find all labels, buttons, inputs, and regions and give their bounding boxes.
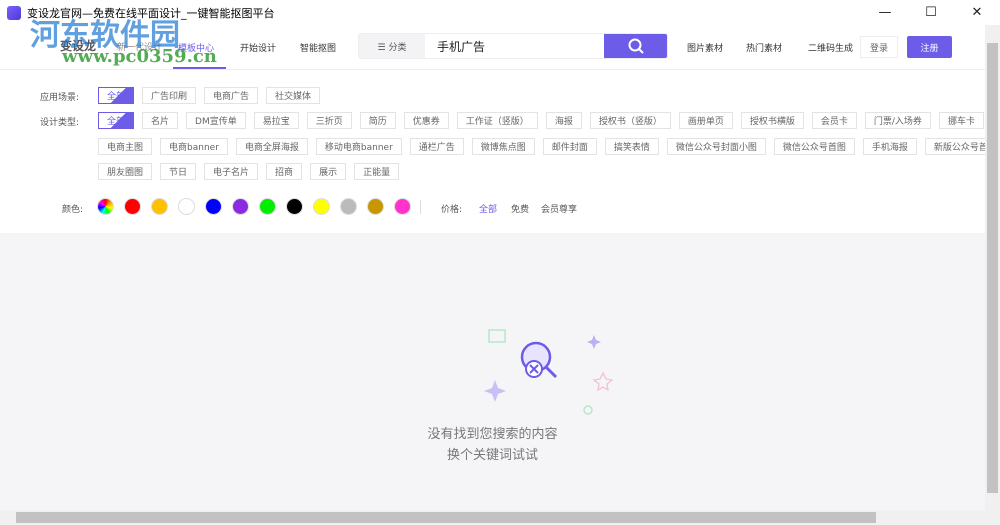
scene-tag[interactable]: 社交媒体: [266, 87, 321, 104]
nav-image-assets[interactable]: 图片素材: [687, 41, 723, 54]
type-tag[interactable]: 简历: [359, 112, 396, 129]
maximize-button[interactable]: ☐: [908, 0, 954, 25]
type-tag[interactable]: 手机海报: [862, 138, 917, 155]
type-tag[interactable]: 工作证（竖版）: [456, 112, 538, 129]
color-swatch[interactable]: [124, 198, 141, 215]
star-icon: [592, 371, 614, 392]
type-tag[interactable]: 画册单页: [678, 112, 733, 129]
search-input[interactable]: [425, 34, 604, 58]
type-tag[interactable]: 微信公众号首图: [773, 138, 855, 155]
type-tag[interactable]: 移动电商banner: [315, 138, 402, 155]
color-swatch[interactable]: [313, 198, 330, 215]
price-vip[interactable]: 会员尊享: [541, 202, 577, 215]
color-swatch[interactable]: [178, 198, 195, 215]
type-tags-row2: 电商主图 电商banner 电商全屏海报 移动电商banner 通栏广告 微博焦点图 邮件封…: [98, 138, 985, 155]
divider: [420, 200, 421, 214]
filter-panel: 应用场景: 全部 广告印刷 电商广告 社交媒体 设计类型: 全部 名片 DM宣传单 易拉宝三…: [0, 70, 985, 233]
type-tag[interactable]: 微信公众号封面小图: [666, 138, 766, 155]
type-tag[interactable]: 全部: [98, 112, 135, 129]
type-tag[interactable]: 挪车卡: [938, 112, 984, 129]
scene-label: 应用场景:: [40, 93, 80, 103]
type-tag[interactable]: 朋友圈图: [98, 163, 153, 180]
type-tag[interactable]: 通栏广告: [409, 138, 464, 155]
category-dropdown[interactable]: ☰ 分类: [359, 34, 425, 58]
type-tag[interactable]: DM宣传单: [186, 112, 246, 129]
color-swatch[interactable]: [286, 198, 303, 215]
type-tag[interactable]: 名片: [142, 112, 179, 129]
color-swatches: [97, 198, 411, 215]
color-swatch[interactable]: [232, 198, 249, 215]
search-icon: [628, 38, 644, 54]
type-tag[interactable]: 电商主图: [98, 138, 153, 155]
search-button[interactable]: [604, 34, 667, 58]
type-tags-row1: 全部 名片 DM宣传单 易拉宝 三折页 简历 优惠券 工作证（竖版） 海报 授权书（竖版） 画册单页…: [98, 112, 985, 129]
color-swatch[interactable]: [367, 198, 384, 215]
type-tag[interactable]: 新版公众号首图: [924, 138, 985, 155]
scene-tag[interactable]: 广告印刷: [142, 87, 197, 104]
scene-tags: 全部 广告印刷 电商广告 社交媒体: [98, 87, 321, 104]
sparkle-icon: [587, 335, 601, 349]
login-button[interactable]: 登录: [860, 36, 898, 58]
type-tag[interactable]: 门票/入场券: [864, 112, 931, 129]
price-label: 价格:: [441, 205, 463, 215]
type-tag[interactable]: 招商: [266, 163, 303, 180]
minimize-button[interactable]: —: [862, 0, 908, 25]
price-free[interactable]: 免费: [511, 202, 529, 215]
color-swatch[interactable]: [259, 198, 276, 215]
type-tag[interactable]: 节日: [160, 163, 197, 180]
color-swatch[interactable]: [205, 198, 222, 215]
type-tag[interactable]: 展示: [310, 163, 347, 180]
type-tag[interactable]: 易拉宝: [253, 112, 299, 129]
empty-hint: 换个关键词试试: [446, 448, 538, 463]
search-box: ☰ 分类: [358, 33, 668, 59]
empty-message: 没有找到您搜索的内容: [427, 427, 558, 442]
results-area: 没有找到您搜索的内容 换个关键词试试: [0, 233, 985, 510]
nav-hot-assets[interactable]: 热门素材: [746, 41, 782, 54]
no-results-illustration: [484, 329, 614, 415]
type-tag[interactable]: 搞笑表情: [604, 138, 659, 155]
color-swatch[interactable]: [151, 198, 168, 215]
type-tag[interactable]: 微博焦点图: [471, 138, 535, 155]
watermark-url: www.pc0359.cn: [62, 46, 217, 67]
nav-qrcode[interactable]: 二维码生成: [808, 41, 853, 54]
app-icon: [7, 5, 21, 20]
nav-smart-cutout[interactable]: 智能抠图: [300, 41, 336, 54]
horizontal-scrollbar[interactable]: [0, 510, 1000, 525]
color-label: 颜色:: [62, 205, 84, 215]
vertical-scroll-thumb[interactable]: [987, 43, 998, 493]
active-tab-indicator: [173, 67, 226, 69]
register-button[interactable]: 注册: [907, 36, 952, 58]
type-tag[interactable]: 电商全屏海报: [235, 138, 308, 155]
type-tag[interactable]: 优惠券: [403, 112, 449, 129]
type-tag[interactable]: 授权书横版: [740, 112, 804, 129]
image-icon: [488, 329, 506, 343]
type-tag[interactable]: 授权书（竖版）: [589, 112, 671, 129]
type-tag[interactable]: 会员卡: [811, 112, 857, 129]
price-all[interactable]: 全部: [479, 202, 497, 215]
close-button[interactable]: ✕: [954, 0, 1000, 25]
type-tag[interactable]: 三折页: [306, 112, 352, 129]
type-label: 设计类型:: [40, 118, 80, 128]
type-tag[interactable]: 正能量: [354, 163, 400, 180]
nav-start-design[interactable]: 开始设计: [240, 41, 276, 54]
scene-tag[interactable]: 全部: [98, 87, 135, 104]
type-tag[interactable]: 海报: [545, 112, 582, 129]
color-swatch[interactable]: [97, 198, 114, 215]
sparkle-icon: [484, 380, 506, 402]
type-tag[interactable]: 邮件封面: [542, 138, 597, 155]
scene-tag[interactable]: 电商广告: [204, 87, 259, 104]
vertical-scrollbar[interactable]: [985, 25, 1000, 510]
color-swatch[interactable]: [394, 198, 411, 215]
type-tag[interactable]: 电商banner: [160, 138, 228, 155]
color-swatch[interactable]: [340, 198, 357, 215]
horizontal-scroll-thumb[interactable]: [16, 512, 876, 523]
type-tags-row3: 朋友圈图 节日 电子名片 招商 展示 正能量: [98, 163, 400, 180]
type-tag[interactable]: 电子名片: [204, 163, 259, 180]
